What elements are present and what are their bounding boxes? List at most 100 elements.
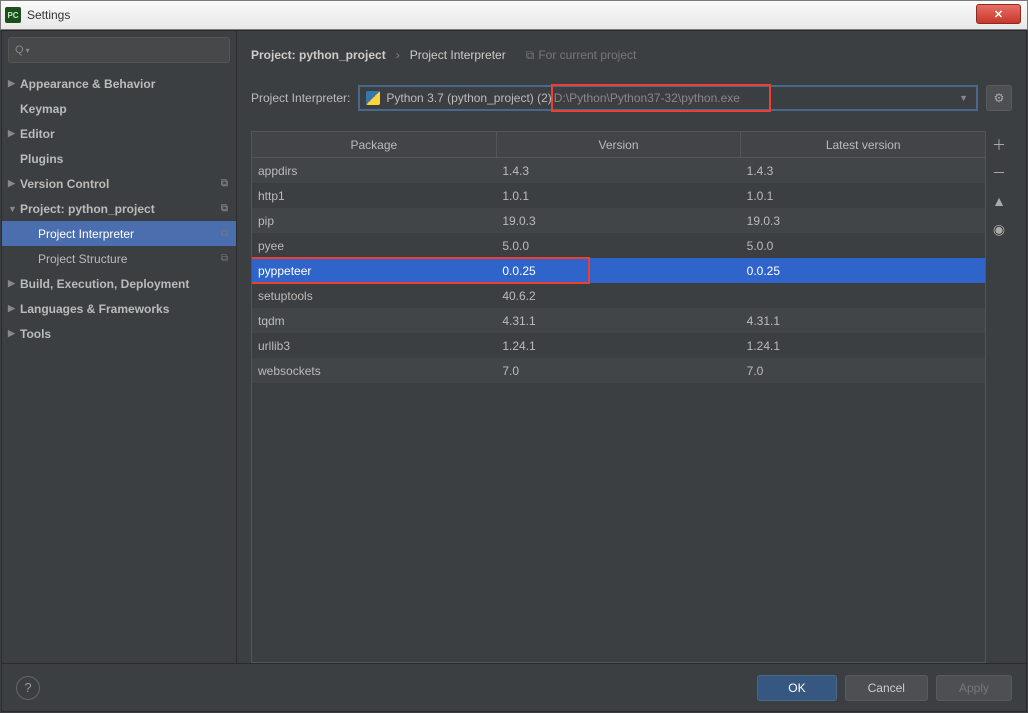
- sidebar-item[interactable]: ▶ Tools: [2, 321, 236, 346]
- sidebar-item-label: Tools: [20, 327, 51, 341]
- cell-latest: 19.0.3: [741, 214, 985, 228]
- sidebar-item-label: Project Interpreter: [38, 227, 134, 241]
- table-row[interactable]: pyee5.0.05.0.0: [252, 233, 985, 258]
- app-icon: PC: [5, 7, 21, 23]
- copy-icon: ⧉: [221, 178, 228, 189]
- eye-icon: ◉: [993, 221, 1005, 238]
- table-row[interactable]: appdirs1.4.31.4.3: [252, 158, 985, 183]
- table-row[interactable]: urllib31.24.11.24.1: [252, 333, 985, 358]
- gear-icon: ⚙: [994, 91, 1005, 105]
- help-button[interactable]: ?: [16, 676, 40, 700]
- table-row[interactable]: setuptools40.6.2: [252, 283, 985, 308]
- arrow-icon: ▶: [8, 178, 15, 189]
- cancel-button[interactable]: Cancel: [845, 675, 928, 701]
- table-header: Package Version Latest version: [252, 132, 985, 158]
- cell-version: 40.6.2: [496, 289, 740, 303]
- main-panel: Project: python_project › Project Interp…: [237, 31, 1026, 663]
- sidebar-item-label: Build, Execution, Deployment: [20, 277, 189, 291]
- sidebar-item-label: Languages & Frameworks: [20, 302, 169, 316]
- sidebar-item[interactable]: ▶ Languages & Frameworks: [2, 296, 236, 321]
- col-version[interactable]: Version: [497, 132, 742, 157]
- sidebar-item[interactable]: ▶ Appearance & Behavior: [2, 71, 236, 96]
- minus-icon: －: [992, 163, 1006, 183]
- sidebar-item-label: Project Structure: [38, 252, 127, 266]
- sidebar-item[interactable]: ▶ Build, Execution, Deployment: [2, 271, 236, 296]
- table-row[interactable]: pyppeteer0.0.250.0.25: [252, 258, 985, 283]
- packages-table: Package Version Latest version appdirs 1.…: [251, 131, 986, 663]
- up-icon: ▲: [992, 193, 1006, 209]
- title-bar: PC Settings: [0, 0, 1028, 30]
- cell-version: 7.0: [496, 364, 740, 378]
- sidebar-item[interactable]: ▶ Editor: [2, 121, 236, 146]
- gear-button[interactable]: ⚙: [986, 85, 1012, 111]
- table-row[interactable]: tqdm4.31.14.31.1: [252, 308, 985, 333]
- copy-icon: ⧉: [221, 203, 228, 214]
- cell-version: 1.24.1: [496, 339, 740, 353]
- cell-version: 4.31.1: [496, 314, 740, 328]
- show-button[interactable]: ◉: [989, 219, 1009, 239]
- cell-latest: 1.0.1: [741, 189, 985, 203]
- table-row[interactable]: pip19.0.319.0.3: [252, 208, 985, 233]
- sidebar-child-item[interactable]: Project Structure ⧉: [2, 246, 236, 271]
- interpreter-row: Project Interpreter: Python 3.7 (python_…: [251, 85, 1012, 111]
- apply-button[interactable]: Apply: [936, 675, 1012, 701]
- copy-icon: ⧉: [221, 253, 228, 264]
- sidebar: Q▾ ▶ Appearance & Behavior Keymap ▶ Editor Pl…: [2, 31, 237, 663]
- arrow-icon: ▶: [8, 278, 15, 289]
- remove-button[interactable]: －: [989, 163, 1009, 183]
- cell-package: websockets: [252, 364, 496, 378]
- chevron-down-icon: ▼: [959, 93, 968, 103]
- cell-package: setuptools: [252, 289, 496, 303]
- sidebar-item[interactable]: Keymap: [2, 96, 236, 121]
- breadcrumb-page: Project Interpreter: [410, 48, 506, 62]
- window-title: Settings: [27, 8, 70, 22]
- help-icon: ?: [24, 680, 31, 695]
- cell-latest: 1.4.3: [741, 164, 985, 178]
- close-button[interactable]: [976, 4, 1021, 24]
- cell-version: 5.0.0: [496, 239, 740, 253]
- chevron-down-icon: ▾: [26, 46, 30, 55]
- sidebar-child-item[interactable]: Project Interpreter ⧉: [2, 221, 236, 246]
- cell-package: appdirs: [252, 164, 496, 178]
- col-latest[interactable]: Latest version: [741, 132, 985, 157]
- search-input[interactable]: Q▾: [8, 37, 230, 63]
- sidebar-item[interactable]: ▼Project: python_project⧉: [2, 196, 236, 221]
- cell-latest: 0.0.25: [741, 264, 985, 278]
- arrow-icon: ▶: [8, 78, 15, 89]
- cell-latest: 1.24.1: [741, 339, 985, 353]
- ok-button[interactable]: OK: [757, 675, 836, 701]
- sidebar-item-label: Version Control: [20, 177, 109, 191]
- sidebar-item-label: Appearance & Behavior: [20, 77, 155, 91]
- settings-window: Q▾ ▶ Appearance & Behavior Keymap ▶ Editor Pl…: [1, 30, 1027, 712]
- cell-package: pip: [252, 214, 496, 228]
- search-icon: Q: [15, 44, 24, 56]
- python-icon: [366, 91, 380, 105]
- chevron-right-icon: ›: [396, 48, 400, 62]
- cell-package: urllib3: [252, 339, 496, 353]
- sidebar-item-label: Editor: [20, 127, 55, 141]
- table-row[interactable]: websockets7.07.0: [252, 358, 985, 383]
- cell-version: 19.0.3: [496, 214, 740, 228]
- interpreter-name: Python 3.7 (python_project) (2): [386, 91, 551, 105]
- sidebar-item[interactable]: ▶ Version Control ⧉: [2, 171, 236, 196]
- breadcrumb-project: Project: python_project: [251, 48, 386, 62]
- col-package[interactable]: Package: [252, 132, 497, 157]
- cell-latest: 7.0: [741, 364, 985, 378]
- arrow-icon: ▶: [8, 303, 15, 314]
- sidebar-item[interactable]: Plugins: [2, 146, 236, 171]
- cell-package: pyee: [252, 239, 496, 253]
- for-current-project: ⧉ For current project: [526, 48, 637, 63]
- cell-package: pyppeteer: [252, 264, 496, 278]
- add-button[interactable]: ＋: [989, 135, 1009, 155]
- footer: ? OK Cancel Apply: [2, 663, 1026, 711]
- content-area: Q▾ ▶ Appearance & Behavior Keymap ▶ Editor Pl…: [2, 31, 1026, 663]
- table-row[interactable]: http11.0.11.0.1: [252, 183, 985, 208]
- arrow-icon: ▶: [8, 128, 15, 139]
- copy-icon: ⧉: [221, 228, 228, 239]
- arrow-icon: ▶: [8, 328, 15, 339]
- cell-latest: 5.0.0: [741, 239, 985, 253]
- interpreter-select[interactable]: Python 3.7 (python_project) (2) D:\Pytho…: [358, 85, 978, 111]
- breadcrumb: Project: python_project › Project Interp…: [251, 43, 1012, 67]
- settings-tree: ▶ Appearance & Behavior Keymap ▶ Editor Plugi…: [2, 67, 236, 346]
- up-button[interactable]: ▲: [989, 191, 1009, 211]
